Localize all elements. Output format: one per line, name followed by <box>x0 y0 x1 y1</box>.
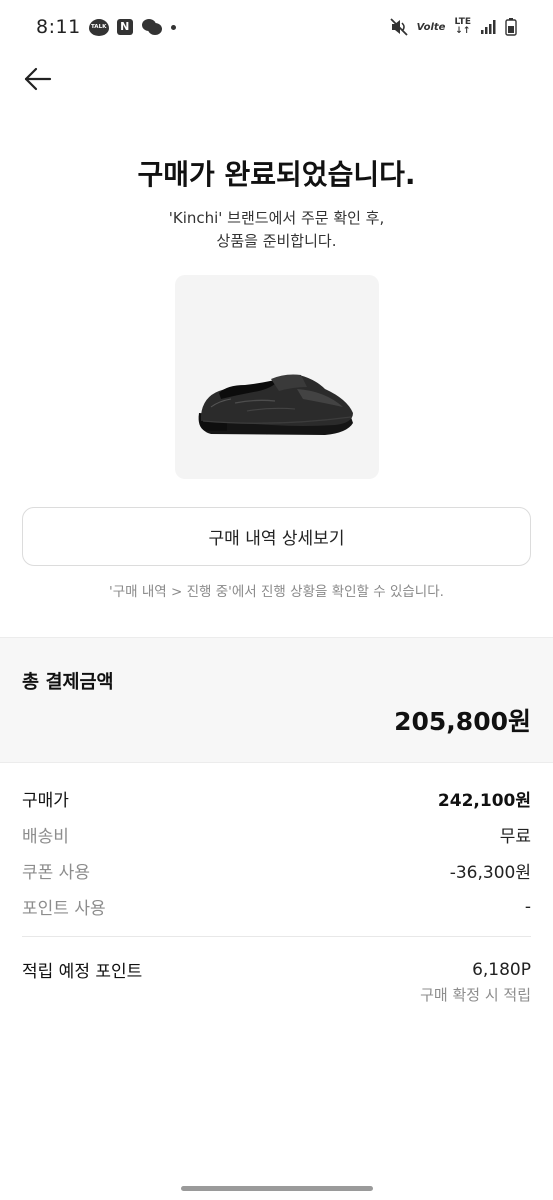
purchase-detail-button[interactable]: 구매 내역 상세보기 <box>22 507 531 566</box>
status-time: 8:11 <box>36 16 81 38</box>
breakdown-label: 포인트 사용 <box>22 899 106 919</box>
back-button[interactable] <box>22 62 56 96</box>
breakdown-row-price: 구매가 242,100원 <box>22 786 531 811</box>
lte-indicator: LTE ↓↑ <box>454 17 471 36</box>
breakdown-label: 배송비 <box>22 827 69 847</box>
signal-icon <box>480 19 496 35</box>
status-left: 8:11 TALK N <box>36 16 176 38</box>
breakdown-value: -36,300원 <box>449 863 531 883</box>
completion-subtitle: 'Kinchi' 브랜드에서 주문 확인 후, 상품을 준비합니다. <box>0 207 553 253</box>
points-earn-label: 적립 예정 포인트 <box>22 962 143 982</box>
points-earn-value: 6,180P <box>472 959 531 980</box>
total-payment-label: 총 결제금액 <box>22 672 114 693</box>
home-indicator[interactable] <box>181 1186 373 1191</box>
completion-title: 구매가 완료되었습니다. <box>137 158 416 191</box>
loafer-shoe-image <box>198 374 353 435</box>
section-divider <box>22 936 531 937</box>
breakdown-row-shipping: 배송비 무료 <box>22 822 531 847</box>
battery-icon <box>505 18 517 36</box>
status-right: Volte LTE ↓↑ <box>389 17 517 36</box>
subtitle-line-2: 상품을 준비합니다. <box>216 232 337 250</box>
volte-indicator: Volte <box>416 21 446 33</box>
lte-label: LTE <box>454 17 471 27</box>
progress-hint-text: '구매 내역 > 진행 중'에서 진행 상황을 확인할 수 있습니다. <box>109 584 444 600</box>
breakdown-value: 무료 <box>499 827 531 847</box>
chat-bubbles-icon <box>141 18 163 36</box>
arrow-left-icon <box>24 67 52 91</box>
status-bar: 8:11 TALK N Volte LTE ↓↑ <box>0 0 553 54</box>
breakdown-label: 구매가 <box>22 791 69 811</box>
points-earn-note: 구매 확정 시 적립 <box>420 986 531 1004</box>
notification-dot-icon <box>170 24 176 30</box>
product-image-card[interactable] <box>175 275 379 479</box>
naver-icon: N <box>116 19 133 35</box>
breakdown-label: 쿠폰 사용 <box>22 863 90 883</box>
breakdown-value: - <box>524 896 531 917</box>
subtitle-line-1: 'Kinchi' 브랜드에서 주문 확인 후, <box>168 209 385 227</box>
breakdown-value: 242,100원 <box>437 791 531 811</box>
breakdown-row-coupon: 쿠폰 사용 -36,300원 <box>22 858 531 883</box>
mute-icon <box>389 18 408 36</box>
breakdown-row-points-used: 포인트 사용 - <box>22 894 531 920</box>
total-payment-section: 총 결제금액 205,800원 <box>0 637 553 763</box>
kakaotalk-icon: TALK <box>88 18 109 36</box>
total-payment-amount: 205,800원 <box>394 707 531 736</box>
points-earn-row: 적립 예정 포인트 6,180P <box>22 957 531 983</box>
